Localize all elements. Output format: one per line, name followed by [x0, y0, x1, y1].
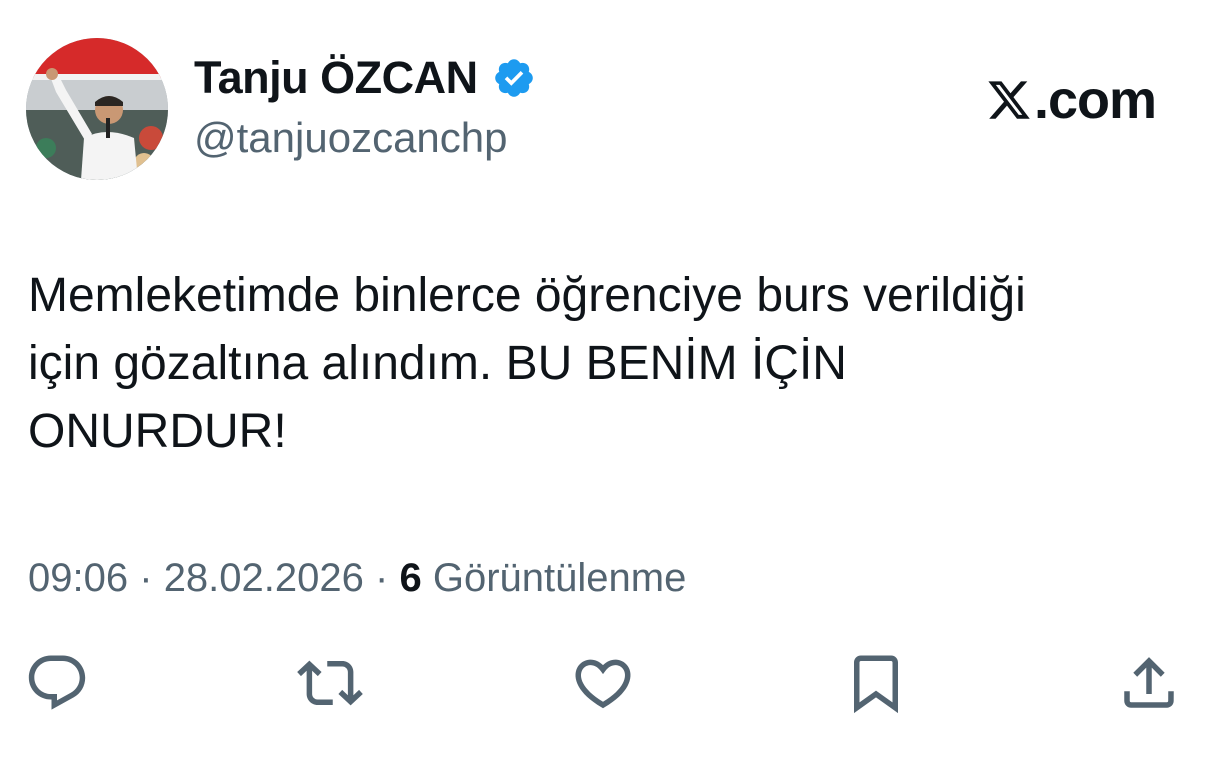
x-logo-icon [988, 81, 1030, 119]
brand-domain: .com [1033, 70, 1157, 130]
share-button[interactable] [1116, 650, 1182, 716]
author-display-name[interactable]: Tanju ÖZCAN [194, 52, 478, 104]
author-name-row: Tanju ÖZCAN [194, 50, 536, 106]
like-button[interactable] [570, 650, 636, 716]
share-icon [1124, 657, 1174, 708]
tweet-text: Memleketimde binlerce öğrenciye burs ver… [28, 269, 1026, 458]
views-count: 6 [399, 556, 422, 600]
bookmark-icon [854, 655, 898, 714]
avatar[interactable] [26, 38, 168, 180]
bookmark-button[interactable] [843, 650, 909, 716]
reply-icon [28, 655, 86, 710]
tweet-card: Tanju ÖZCAN @tanjuozcanchp .com Memleket… [0, 0, 1206, 780]
meta-separator: · [375, 556, 389, 600]
reply-button[interactable] [24, 650, 90, 716]
retweet-icon [297, 660, 363, 706]
tweet-metadata: 09:06 · 28.02.2026 · 6 Görüntülenme [28, 556, 686, 601]
brand-watermark: .com [986, 70, 1157, 130]
action-bar [0, 650, 1206, 720]
tweet-time[interactable]: 09:06 [28, 556, 128, 600]
meta-separator: · [139, 556, 153, 600]
tweet-date[interactable]: 28.02.2026 [164, 556, 364, 600]
verified-badge-icon [494, 59, 533, 97]
retweet-button[interactable] [297, 650, 363, 716]
heart-icon [575, 659, 631, 709]
views-label: Görüntülenme [432, 556, 687, 600]
author-handle[interactable]: @tanjuozcanchp [194, 114, 508, 162]
